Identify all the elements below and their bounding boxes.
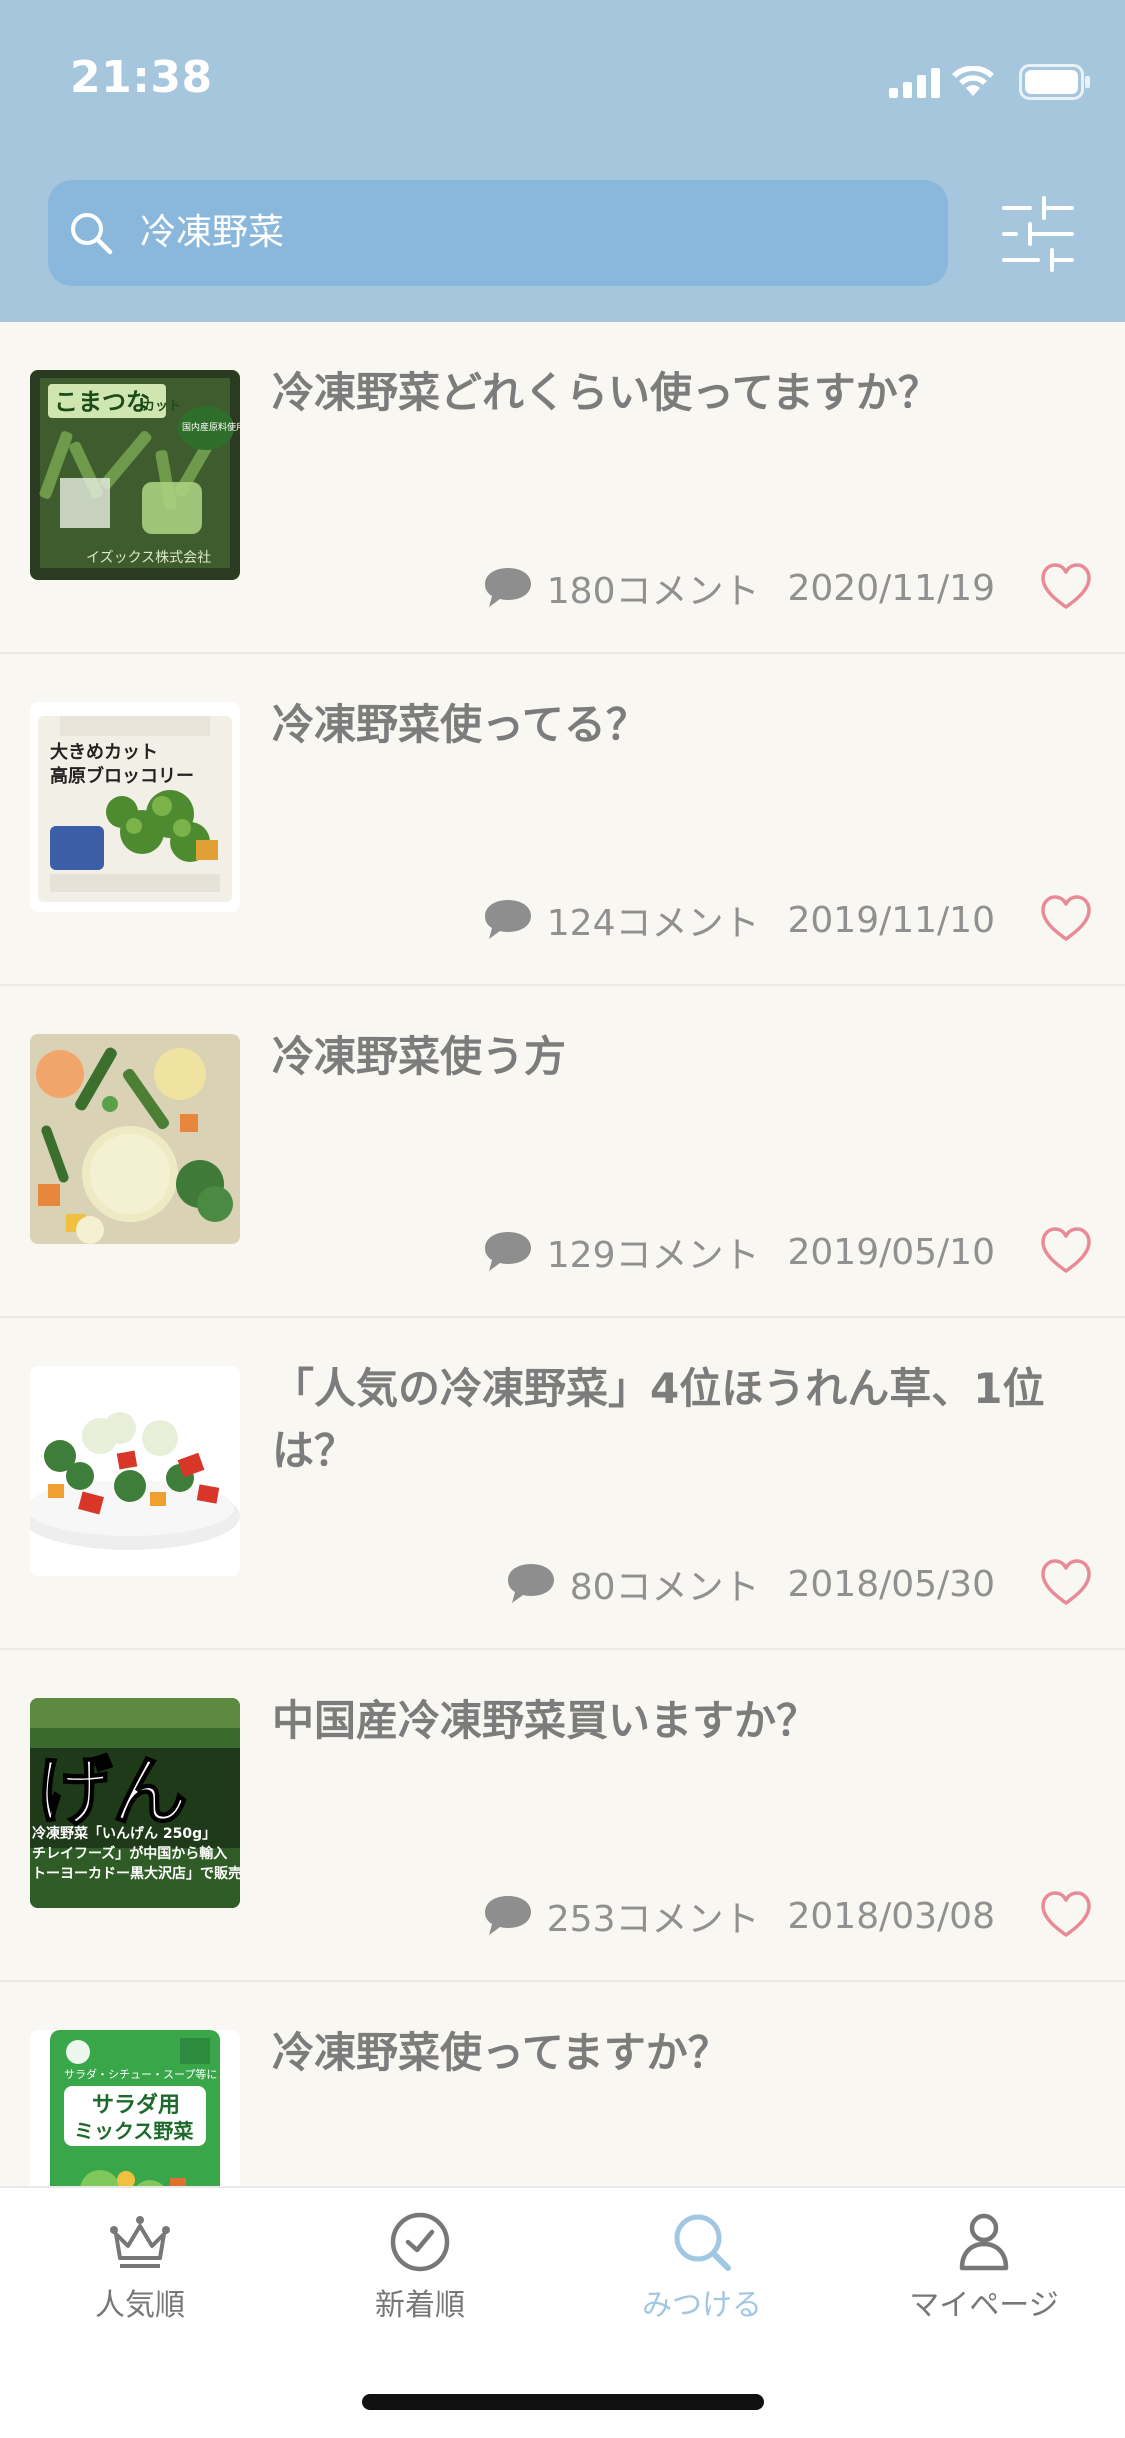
tab-popular[interactable]: 人気順: [40, 2210, 240, 2324]
comment-count: 124コメント: [546, 903, 760, 944]
header: 21:38: [0, 0, 1125, 322]
thumbnail-vegetable-plate: [30, 1366, 240, 1576]
tab-discover[interactable]: みつける: [602, 2210, 802, 2324]
sliders-icon[interactable]: [1000, 196, 1076, 272]
clock-icon: [390, 2212, 450, 2272]
list-item[interactable]: 「人気の冷凍野菜」4位ほうれん草、1位は？ 80コメント 2018/05/30: [0, 1318, 1125, 1650]
post-meta: 80コメント 2018/05/30: [506, 1556, 995, 1612]
post-date: 2018/05/30: [787, 1563, 996, 1605]
thumb1-brand: こまつな: [54, 388, 150, 416]
list-item[interactable]: こまつな カット 国内産原料使用 イズックス株式会社 冷凍野菜どれくらい使ってま…: [0, 322, 1125, 654]
post-date: 2019/11/10: [787, 899, 996, 941]
post-date: 2020/11/19: [787, 567, 996, 609]
signal-icon: [889, 68, 940, 98]
search-icon: [674, 2214, 731, 2271]
post-title[interactable]: 冷凍野菜使う方: [272, 1026, 1072, 1088]
heart-icon[interactable]: [1039, 1556, 1093, 1610]
thumb1-maker: イズックス株式会社: [86, 550, 211, 566]
crown-icon: [110, 2216, 170, 2268]
tab-label: みつける: [642, 2288, 762, 2323]
tab-label: マイページ: [909, 2288, 1059, 2323]
post-title[interactable]: 冷凍野菜使ってる？: [272, 694, 1072, 756]
tab-mypage[interactable]: マイページ: [884, 2210, 1084, 2324]
app-root: 21:38 冷凍野菜 こまつな カット 国内産原料使用 イズックス株式会社 冷凍…: [0, 0, 1125, 2438]
post-title[interactable]: 「人気の冷凍野菜」4位ほうれん草、1位は？: [272, 1358, 1072, 1482]
post-meta: 124コメント 2019/11/10: [483, 892, 995, 948]
list-item[interactable]: 冷凍野菜使う方 129コメント 2019/05/10: [0, 986, 1125, 1318]
thumb6-top: サラダ・シチュー・スープ等に: [64, 2067, 217, 2081]
post-title[interactable]: 冷凍野菜使ってますか？: [272, 2022, 1072, 2084]
thumbnail-mixed-vegetables: [30, 1034, 240, 1244]
thumb6-line2: ミックス野菜: [74, 2119, 193, 2143]
thumb5-caption-3: トーヨーカドー黒大沢店」で販売: [32, 1865, 240, 1882]
heart-icon[interactable]: [1039, 892, 1093, 946]
wifi-icon: [952, 66, 994, 96]
search-icon: [71, 213, 113, 255]
list-item[interactable]: サラダ・シチュー・スープ等に サラダ用 ミックス野菜 冷凍野菜使ってますか？: [0, 1982, 1125, 2186]
search-input[interactable]: [140, 180, 900, 286]
speech-bubble-icon: [484, 568, 531, 607]
thumb2-line2: 高原ブロッコリー: [50, 765, 194, 787]
thumbnail-salad-mix: サラダ・シチュー・スープ等に サラダ用 ミックス野菜: [30, 2030, 240, 2186]
thumb5-caption-1: 冷凍野菜「いんげん 250g」: [32, 1825, 216, 1842]
speech-bubble-icon: [484, 1232, 531, 1271]
post-date: 2019/05/10: [787, 1231, 996, 1273]
battery-icon: [1019, 64, 1090, 100]
thumb2-line1: 大きめカット: [50, 741, 158, 763]
tab-label: 人気順: [95, 2288, 185, 2323]
home-indicator[interactable]: [362, 2394, 764, 2410]
post-meta: 253コメント 2018/03/08: [483, 1888, 995, 1944]
search-bar[interactable]: [48, 180, 948, 286]
status-bar: 21:38: [0, 0, 1125, 160]
person-icon: [959, 2213, 1009, 2271]
speech-bubble-icon: [507, 1564, 554, 1603]
list-item[interactable]: 大きめカット 高原ブロッコリー 冷凍野菜使ってる？ 124コメント 2019/1…: [0, 654, 1125, 986]
post-meta: 180コメント 2020/11/19: [483, 560, 995, 616]
list-item[interactable]: げん 冷凍野菜「いんげん 250g」 チレイフーズ」が中国から輸入 トーヨーカド…: [0, 1650, 1125, 1982]
thumbnail-komatsuna: こまつな カット 国内産原料使用 イズックス株式会社: [30, 370, 240, 580]
results-list: こまつな カット 国内産原料使用 イズックス株式会社 冷凍野菜どれくらい使ってま…: [0, 322, 1125, 2186]
thumb5-big-text: げん: [36, 1747, 188, 1836]
thumb6-line1: サラダ用: [92, 2092, 180, 2118]
thumb5-caption-2: チレイフーズ」が中国から輸入: [32, 1845, 227, 1862]
thumb1-brand-small: カット: [142, 399, 181, 414]
thumb1-badge: 国内産原料使用: [182, 421, 240, 433]
heart-icon[interactable]: [1039, 1888, 1093, 1942]
speech-bubble-icon: [484, 900, 531, 939]
heart-icon[interactable]: [1039, 1224, 1093, 1278]
post-title[interactable]: 冷凍野菜どれくらい使ってますか？: [272, 362, 1072, 424]
comment-count: 180コメント: [546, 571, 760, 612]
tab-label: 新着順: [375, 2288, 465, 2323]
speech-bubble-icon: [484, 1896, 531, 1935]
post-meta: 129コメント 2019/05/10: [483, 1224, 995, 1280]
tab-newest[interactable]: 新着順: [320, 2210, 520, 2324]
post-title[interactable]: 中国産冷凍野菜買いますか？: [272, 1690, 1072, 1752]
comment-count: 129コメント: [546, 1235, 760, 1276]
thumbnail-green-beans-news: げん 冷凍野菜「いんげん 250g」 チレイフーズ」が中国から輸入 トーヨーカド…: [30, 1698, 240, 1908]
comment-count: 80コメント: [569, 1567, 760, 1608]
comment-count: 253コメント: [546, 1899, 760, 1940]
heart-icon[interactable]: [1039, 560, 1093, 614]
post-date: 2018/03/08: [787, 1895, 996, 1937]
status-time: 21:38: [70, 52, 213, 103]
thumbnail-broccoli: 大きめカット 高原ブロッコリー: [30, 702, 240, 912]
